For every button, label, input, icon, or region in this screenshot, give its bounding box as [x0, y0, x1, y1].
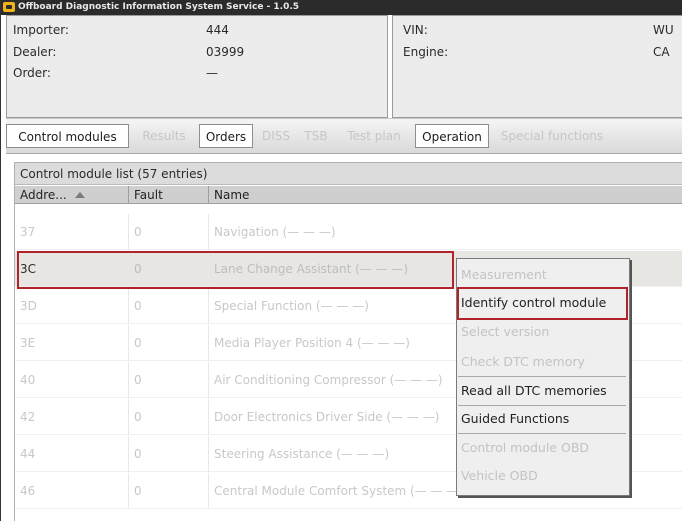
address-cell: 37: [15, 214, 129, 250]
address-cell: 46: [15, 473, 129, 509]
engine-value: CA: [653, 45, 670, 59]
order-label: Order:: [13, 66, 51, 80]
table-row[interactable]: 37 0 Navigation (— — —): [15, 214, 682, 250]
menu-item-read-all-dtc-memories[interactable]: Read all DTC memories: [457, 379, 629, 403]
menu-separator: [458, 433, 626, 434]
address-cell: 44: [15, 436, 129, 472]
vin-label: VIN:: [403, 23, 428, 37]
address-cell: 3E: [15, 325, 129, 361]
column-header-name[interactable]: Name: [209, 186, 682, 204]
tab-orders[interactable]: Orders: [199, 124, 253, 148]
fault-cell: 0: [129, 436, 209, 472]
column-header-fault[interactable]: Fault: [129, 186, 209, 204]
menu-item-guided-functions[interactable]: Guided Functions: [457, 407, 629, 431]
order-info-box: Importer: 444 Dealer: 03999 Order: —: [6, 15, 388, 118]
tab-diss[interactable]: DISS: [254, 124, 298, 148]
sort-ascending-icon: [74, 192, 85, 198]
address-cell: 42: [15, 399, 129, 435]
name-cell: Navigation (— — —): [214, 225, 336, 239]
menu-item-select-version[interactable]: Select version: [457, 320, 629, 344]
importer-label: Importer:: [13, 23, 69, 37]
fault-cell: 0: [129, 214, 209, 250]
list-header: Control module list (57 entries): [15, 163, 682, 185]
column-header-address[interactable]: Addre...: [15, 186, 129, 204]
fault-cell: 0: [129, 362, 209, 398]
dealer-value: 03999: [206, 45, 245, 59]
order-value: —: [206, 66, 218, 80]
address-cell: 40: [15, 362, 129, 398]
menu-item-check-dtc-memory[interactable]: Check DTC memory: [457, 350, 629, 374]
tab-results[interactable]: Results: [130, 124, 198, 148]
app-window: Offboard Diagnostic Information System S…: [0, 0, 682, 521]
tab-bar: Control modules Results Orders DISS TSB …: [6, 118, 682, 154]
tab-tsb[interactable]: TSB: [299, 124, 333, 148]
menu-separator: [458, 376, 626, 377]
tab-test-plan[interactable]: Test plan: [334, 124, 414, 148]
menu-item-control-module-obd[interactable]: Control module OBD: [457, 436, 629, 460]
selected-row-highlight: [17, 251, 454, 289]
fault-cell: 0: [129, 399, 209, 435]
vehicle-info-box: VIN: WU Engine: CA: [392, 15, 682, 118]
engine-label: Engine:: [403, 45, 449, 59]
column-header-address-label: Addre...: [20, 188, 67, 202]
tab-control-modules[interactable]: Control modules: [6, 124, 129, 148]
fault-cell: 0: [129, 325, 209, 361]
dealer-label: Dealer:: [13, 45, 57, 59]
fault-cell: 0: [129, 473, 209, 509]
vin-value: WU: [653, 23, 674, 37]
fault-cell: 0: [129, 288, 209, 324]
app-logo-icon: [3, 2, 15, 12]
menu-separator: [458, 405, 626, 406]
tab-operation[interactable]: Operation: [415, 124, 489, 148]
address-cell: 3D: [15, 288, 129, 324]
importer-value: 444: [206, 23, 229, 37]
menu-item-measurement[interactable]: Measurement: [457, 263, 629, 287]
menu-item-vehicle-obd[interactable]: Vehicle OBD: [457, 464, 629, 488]
menu-item-highlight: [457, 287, 628, 320]
title-bar[interactable]: Offboard Diagnostic Information System S…: [1, 0, 682, 15]
window-title: Offboard Diagnostic Information System S…: [18, 2, 300, 12]
tab-special-functions[interactable]: Special functions: [490, 124, 614, 148]
